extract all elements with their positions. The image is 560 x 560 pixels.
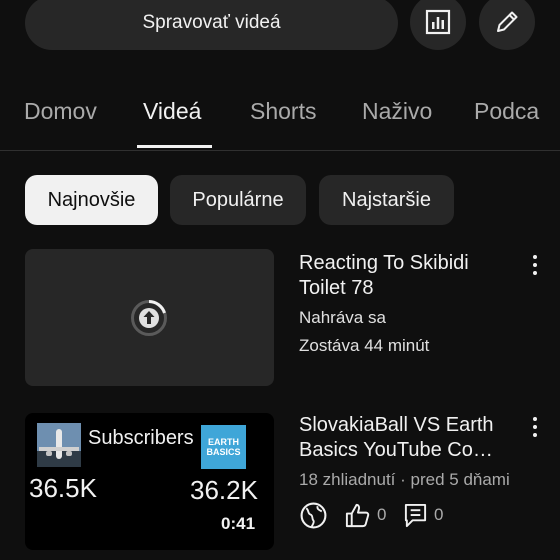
pencil-icon <box>497 11 518 32</box>
video-metadata: 18 zhliadnutí · pred 5 dňami <box>299 470 510 489</box>
comments[interactable]: 0 <box>403 500 443 530</box>
thumbs-up-icon <box>345 503 370 527</box>
like-count: 0 <box>377 505 387 524</box>
likes[interactable]: 0 <box>344 500 386 530</box>
chip-popular[interactable]: Populárne <box>170 175 306 225</box>
video-title[interactable]: Reacting To Skibidi Toilet 78 <box>299 251 509 301</box>
left-subscriber-count: 36.5K <box>29 473 97 503</box>
chip-newest[interactable]: Najnovšie <box>25 175 158 225</box>
analytics-button[interactable] <box>410 0 466 50</box>
channel-tabs: Domov Videá Shorts Naživo Podca <box>0 90 560 150</box>
chip-oldest[interactable]: Najstaršie <box>319 175 454 225</box>
active-tab-indicator <box>137 145 212 148</box>
bar-chart-icon <box>425 9 451 35</box>
tab-podcasts[interactable]: Podca <box>474 98 539 125</box>
video-duration: 0:41 <box>221 514 256 533</box>
video-thumbnail[interactable]: Subscribers EARTH BASICS 36.5K 36.2K 0:4… <box>25 413 274 550</box>
tab-shorts[interactable]: Shorts <box>250 98 316 125</box>
upload-time-remaining: Zostáva 44 minút <box>299 336 430 355</box>
upload-status: Nahráva sa <box>299 308 386 327</box>
right-subscriber-count: 36.2K <box>190 475 258 505</box>
upload-progress-icon <box>131 300 167 336</box>
tab-home[interactable]: Domov <box>24 98 97 125</box>
globe-icon <box>300 502 327 528</box>
video-menu-button[interactable] <box>524 251 546 281</box>
tab-live[interactable]: Naživo <box>362 98 432 125</box>
visibility-public[interactable] <box>299 500 328 530</box>
tabs-divider <box>0 150 560 151</box>
video-thumbnail-uploading[interactable] <box>25 249 274 386</box>
subscribers-label: Subscribers <box>88 427 194 449</box>
edit-button[interactable] <box>479 0 535 50</box>
comment-icon <box>404 503 427 527</box>
earth-basics-logo: EARTH BASICS <box>201 425 246 469</box>
video-title[interactable]: SlovakiaBall VS Earth Basics YouTube Co… <box>299 413 509 463</box>
tab-videos[interactable]: Videá <box>143 98 201 125</box>
manage-videos-button[interactable]: Spravovať videá <box>25 0 398 50</box>
video-menu-button[interactable] <box>524 413 546 443</box>
comment-count: 0 <box>434 505 444 524</box>
airplane-logo <box>37 423 81 467</box>
